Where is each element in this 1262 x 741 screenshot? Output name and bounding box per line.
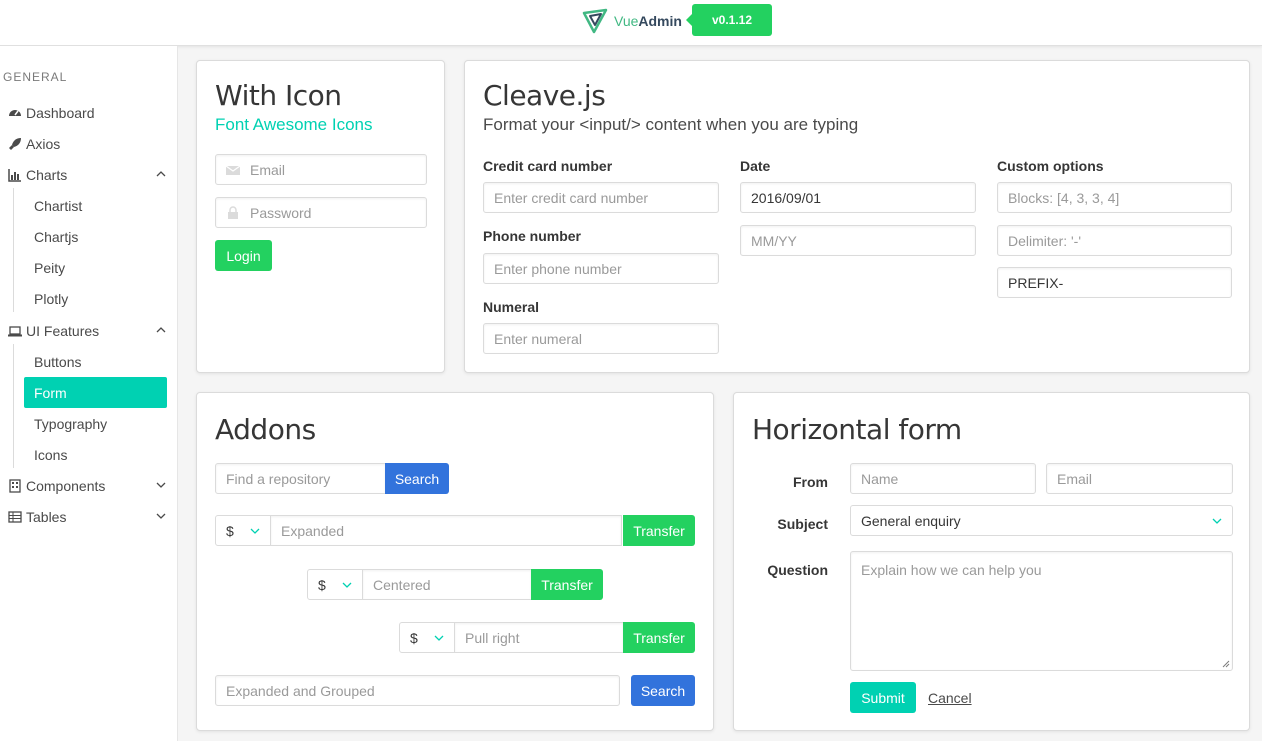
- custom-options-label: Custom options: [997, 158, 1104, 174]
- transfer-button-expanded[interactable]: Transfer: [623, 515, 695, 546]
- chevron-down-icon: [156, 513, 166, 519]
- login-button[interactable]: Login: [215, 240, 272, 271]
- date-input[interactable]: 2016/09/01: [740, 182, 976, 213]
- sidebar-item-plotly[interactable]: Plotly: [34, 285, 68, 313]
- envelope-icon: [226, 165, 240, 175]
- sidebar-item-charts[interactable]: Charts: [8, 161, 168, 189]
- subject-select[interactable]: General enquiry: [850, 505, 1233, 536]
- sidebar-item-chartist[interactable]: Chartist: [34, 192, 82, 220]
- email-input[interactable]: Email: [1046, 463, 1233, 494]
- question-textarea[interactable]: Explain how we can help you: [850, 551, 1233, 671]
- horizontal-form-title: Horizontal form: [752, 413, 962, 446]
- lock-icon: [228, 206, 238, 219]
- version-tag: v0.1.12: [686, 4, 772, 36]
- repository-search-input[interactable]: Find a repository: [215, 463, 386, 494]
- month-year-input[interactable]: MM/YY: [740, 225, 976, 256]
- sidebar-item-ui-features[interactable]: UI Features: [8, 317, 168, 345]
- currency-select-centered[interactable]: $: [307, 569, 363, 600]
- chevron-down-icon: [1212, 518, 1222, 524]
- table-icon: [8, 510, 22, 524]
- name-input[interactable]: Name: [850, 463, 1036, 494]
- repository-search-button[interactable]: Search: [385, 463, 449, 494]
- sidebar-item-chartjs[interactable]: Chartjs: [34, 223, 78, 251]
- tachometer-icon: [8, 106, 22, 120]
- date-label: Date: [740, 158, 771, 174]
- submenu-line-ui-features: [13, 344, 14, 468]
- top-navbar: VueAdmin v0.1.12: [0, 0, 1262, 46]
- sidebar-item-form[interactable]: Form: [24, 377, 167, 408]
- with-icon-subtitle: Font Awesome Icons: [215, 115, 373, 134]
- from-label: From: [793, 474, 828, 490]
- transfer-button-centered[interactable]: Transfer: [531, 569, 603, 600]
- vue-logo-icon: [582, 8, 608, 34]
- menu-label-general: GENERAL: [3, 70, 68, 84]
- addons-card: Addons Find a repository Search $ Expand…: [196, 392, 714, 731]
- sidebar-item-axios[interactable]: Axios: [8, 130, 168, 158]
- sidebar-item-icons[interactable]: Icons: [34, 441, 67, 469]
- currency-select-pull-right[interactable]: $: [399, 622, 455, 653]
- expanded-input[interactable]: Expanded: [270, 515, 622, 546]
- building-icon: [8, 479, 22, 493]
- chevron-down-icon: [250, 528, 260, 534]
- sidebar-item-tables[interactable]: Tables: [8, 503, 168, 531]
- sidebar-item-typography[interactable]: Typography: [34, 410, 107, 438]
- question-label: Question: [767, 562, 828, 578]
- sidebar-item-dashboard[interactable]: Dashboard: [8, 99, 168, 127]
- blocks-input[interactable]: Blocks: [4, 3, 3, 4]: [997, 182, 1232, 213]
- bar-chart-icon: [8, 168, 22, 182]
- addons-title: Addons: [215, 413, 316, 446]
- horizontal-form-card: Horizontal form From Name Email Subject …: [733, 392, 1250, 731]
- with-icon-card: With Icon Font Awesome Icons Email Passw…: [196, 60, 445, 373]
- sidebar-item-buttons[interactable]: Buttons: [34, 348, 81, 376]
- cancel-link[interactable]: Cancel: [928, 690, 972, 706]
- expanded-grouped-input[interactable]: Expanded and Grouped: [215, 675, 620, 706]
- rocket-icon: [8, 137, 22, 151]
- brand-name: VueAdmin: [614, 13, 682, 29]
- grouped-search-button[interactable]: Search: [631, 675, 695, 706]
- cleave-subtitle: Format your <input/> content when you ar…: [483, 115, 859, 134]
- phone-number-input[interactable]: Enter phone number: [483, 253, 719, 284]
- resize-handle-icon[interactable]: [1222, 660, 1230, 668]
- chevron-down-icon: [342, 582, 352, 588]
- chevron-down-icon: [156, 482, 166, 488]
- sidebar: GENERAL Dashboard Axios Charts Chartist …: [0, 46, 178, 741]
- sidebar-item-peity[interactable]: Peity: [34, 254, 65, 282]
- email-field[interactable]: Email: [215, 154, 427, 185]
- laptop-icon: [8, 324, 22, 338]
- sidebar-item-components[interactable]: Components: [8, 472, 168, 500]
- prefix-input[interactable]: PREFIX-: [997, 267, 1232, 298]
- submenu-line-charts: [13, 188, 14, 312]
- with-icon-title: With Icon: [215, 79, 342, 112]
- password-field[interactable]: Password: [215, 197, 427, 228]
- submit-button[interactable]: Submit: [850, 682, 916, 713]
- centered-input[interactable]: Centered: [362, 569, 532, 600]
- transfer-button-pull-right[interactable]: Transfer: [623, 622, 695, 653]
- cleave-card: Cleave.js Format your <input/> content w…: [464, 60, 1250, 373]
- credit-card-input[interactable]: Enter credit card number: [483, 182, 719, 213]
- subject-label: Subject: [777, 516, 828, 532]
- credit-card-label: Credit card number: [483, 158, 613, 174]
- chevron-up-icon: [156, 171, 166, 177]
- delimiter-input[interactable]: Delimiter: '-': [997, 225, 1232, 256]
- pull-right-input[interactable]: Pull right: [454, 622, 624, 653]
- currency-select-expanded[interactable]: $: [215, 515, 271, 546]
- chevron-up-icon: [156, 327, 166, 333]
- cleave-title: Cleave.js: [483, 79, 606, 112]
- numeral-input[interactable]: Enter numeral: [483, 323, 719, 354]
- numeral-label: Numeral: [483, 299, 540, 315]
- chevron-down-icon: [434, 635, 444, 641]
- brand-logo-link[interactable]: VueAdmin: [582, 8, 682, 34]
- phone-number-label: Phone number: [483, 228, 582, 244]
